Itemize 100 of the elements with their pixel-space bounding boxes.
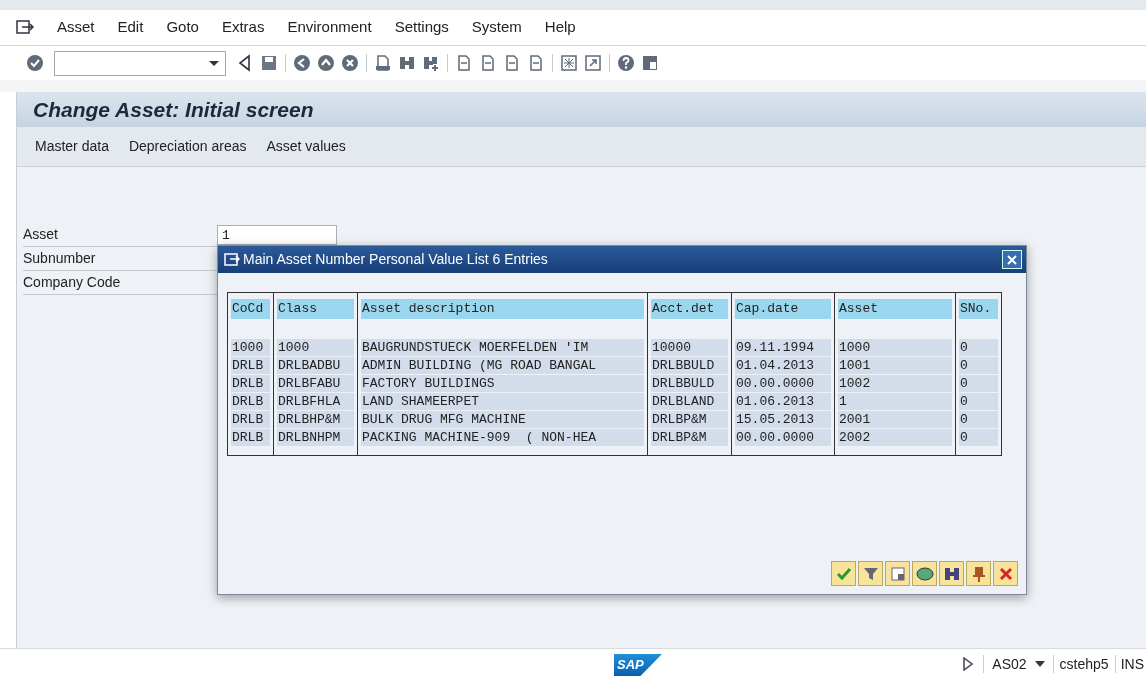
menu-item[interactable]: System <box>471 16 522 39</box>
menu-item[interactable]: Asset <box>57 16 95 39</box>
pin-button[interactable] <box>966 561 991 586</box>
screen-title: Change Asset: Initial screen <box>33 96 314 123</box>
table-cell[interactable]: PACKING MACHINE-909 ( NON-HEA <box>361 428 644 446</box>
toolbar-button[interactable]: Depreciation areas <box>128 136 247 157</box>
table-cell[interactable]: 10000 <box>651 338 728 356</box>
layout-icon[interactable] <box>641 54 659 72</box>
find-icon[interactable] <box>398 54 416 72</box>
menu-item[interactable]: Edit <box>117 16 144 39</box>
sap-logo: SAP <box>614 654 662 676</box>
table-cell[interactable]: DRLBP&M <box>651 410 728 428</box>
table-cell[interactable]: 0 <box>959 374 998 392</box>
dropdown-icon[interactable] <box>1034 661 1045 667</box>
table-cell[interactable]: 0 <box>959 410 998 428</box>
next-page-icon[interactable] <box>503 54 521 72</box>
close-icon <box>1007 254 1017 265</box>
menu-item[interactable]: Goto <box>166 16 199 39</box>
filter-button[interactable] <box>858 561 883 586</box>
table-cell[interactable]: DRLBFHLA <box>277 392 354 410</box>
checkmark-icon[interactable] <box>26 54 44 72</box>
confirm-button[interactable] <box>831 561 856 586</box>
find-next-icon[interactable] <box>422 54 440 72</box>
menu-icon[interactable] <box>16 19 34 36</box>
cancel-icon[interactable] <box>341 54 359 72</box>
last-page-icon[interactable] <box>527 54 545 72</box>
save-icon[interactable] <box>260 54 278 72</box>
first-page-icon[interactable] <box>455 54 473 72</box>
previous-page-icon[interactable] <box>479 54 497 72</box>
table-cell[interactable]: 1000 <box>231 338 270 356</box>
table-cell[interactable]: 00.00.0000 <box>735 428 831 446</box>
table-cell[interactable]: BULK DRUG MFG MACHINE <box>361 410 644 428</box>
transaction-code: AS02 <box>991 654 1028 674</box>
table-cell[interactable]: DRLBHP&M <box>277 410 354 428</box>
table-cell[interactable]: DRLBBULD <box>651 374 728 392</box>
table-cell[interactable]: DRLB <box>231 410 270 428</box>
table-cell[interactable]: DRLB <box>231 374 270 392</box>
shortcut-icon[interactable] <box>584 54 602 72</box>
table-cell[interactable]: 0 <box>959 428 998 446</box>
table-cell[interactable]: DRLBNHPM <box>277 428 354 446</box>
play-icon[interactable] <box>963 657 974 671</box>
table-cell[interactable]: FACTORY BUILDINGS <box>361 374 644 392</box>
table-cell[interactable]: 1000 <box>277 338 354 356</box>
table-cell[interactable]: DRLB <box>231 356 270 374</box>
globe-button[interactable] <box>912 561 937 586</box>
menu-item[interactable]: Environment <box>287 16 372 39</box>
table-cell[interactable]: 0 <box>959 356 998 374</box>
column-header[interactable]: CoCd <box>231 299 270 319</box>
table-cell[interactable]: DRLBBULD <box>651 356 728 374</box>
table-cell[interactable]: 0 <box>959 338 998 356</box>
back-icon[interactable] <box>293 54 311 72</box>
help-icon[interactable] <box>617 54 635 72</box>
menu-item[interactable]: Extras <box>221 16 265 39</box>
table-cell[interactable]: DRLBP&M <box>651 428 728 446</box>
table-cell[interactable]: 0 <box>959 392 998 410</box>
table-cell[interactable]: 01.06.2013 <box>735 392 831 410</box>
sort-button[interactable] <box>885 561 910 586</box>
field-label: Subnumber <box>23 249 97 268</box>
menu-item[interactable]: Settings <box>394 16 449 39</box>
column-header[interactable]: Cap.date <box>735 299 831 319</box>
print-icon[interactable] <box>374 54 392 72</box>
table-cell[interactable]: 2002 <box>838 428 952 446</box>
table-cell[interactable]: DRLBLAND <box>651 392 728 410</box>
column-header[interactable]: Acct.det <box>651 299 728 319</box>
table-cell[interactable]: BAUGRUNDSTUECK MOERFELDEN 'IM <box>361 338 644 356</box>
column-header[interactable]: SNo. <box>959 299 998 319</box>
table-cell[interactable]: DRLB <box>231 428 270 446</box>
table-cell[interactable]: ADMIN BUILDING (MG ROAD BANGAL <box>361 356 644 374</box>
column-header[interactable]: Asset description <box>361 299 644 319</box>
field-label: Company Code <box>23 273 122 292</box>
table-cell[interactable]: 1002 <box>838 374 952 392</box>
table-cell[interactable]: 09.11.1994 <box>735 338 831 356</box>
dropdown-icon <box>209 60 219 66</box>
table-cell[interactable]: LAND SHAMEERPET <box>361 392 644 410</box>
cancel-button[interactable] <box>993 561 1018 586</box>
find-button[interactable] <box>939 561 964 586</box>
table-cell[interactable]: 1001 <box>838 356 952 374</box>
toolbar-button[interactable]: Master data <box>35 136 109 157</box>
command-field[interactable] <box>54 50 226 76</box>
window-icon <box>224 252 240 267</box>
input-mode: INS <box>1119 654 1145 674</box>
table-cell[interactable]: 01.04.2013 <box>735 356 831 374</box>
new-window-icon[interactable] <box>560 54 578 72</box>
menu-item[interactable]: Help <box>544 16 576 39</box>
table-cell[interactable]: 15.05.2013 <box>735 410 831 428</box>
close-button[interactable] <box>1002 250 1022 269</box>
dialog-title: Main Asset Number Personal Value List 6 Entries <box>243 250 548 269</box>
table-cell[interactable]: 1000 <box>838 338 952 356</box>
table-cell[interactable]: DRLBFABU <box>277 374 354 392</box>
table-cell[interactable]: 1 <box>838 392 952 410</box>
asset-field[interactable]: 1 <box>217 225 337 245</box>
field-label: Asset <box>23 225 59 244</box>
toolbar-button[interactable]: Asset values <box>266 136 346 157</box>
table-cell[interactable]: DRLBADBU <box>277 356 354 374</box>
server-name: cstehp5 <box>1058 654 1110 674</box>
table-cell[interactable]: DRLB <box>231 392 270 410</box>
table-cell[interactable]: 2001 <box>838 410 952 428</box>
table-cell[interactable]: 00.00.0000 <box>735 374 831 392</box>
column-header[interactable]: Asset <box>838 299 952 319</box>
column-header[interactable]: Class <box>277 299 354 319</box>
